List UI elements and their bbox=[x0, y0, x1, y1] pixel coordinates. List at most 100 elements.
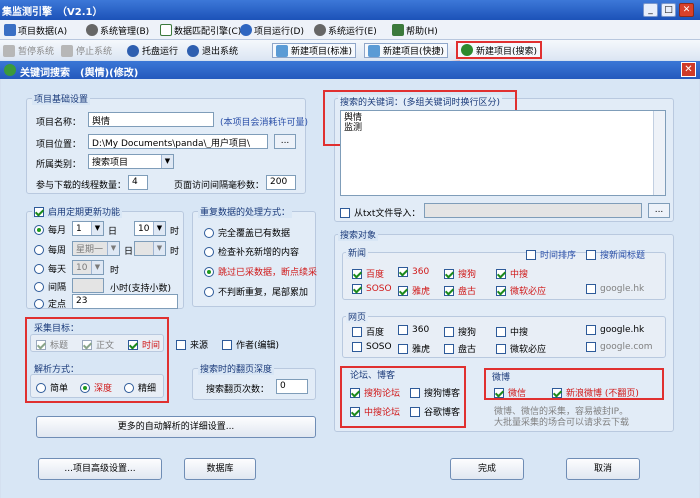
menu-data-match[interactable]: 数据匹配引擎(C) bbox=[160, 23, 241, 37]
news-pangu-checkbox[interactable] bbox=[444, 285, 454, 296]
weekly-radio[interactable] bbox=[34, 244, 44, 255]
fixed-radio[interactable] bbox=[34, 298, 44, 309]
dialog-title-bar: 关键词搜索 (舆情)(修改) bbox=[0, 61, 700, 79]
dup-no-check-radio[interactable] bbox=[204, 286, 214, 297]
import-txt-path-input[interactable] bbox=[424, 203, 642, 218]
dup-skip-radio[interactable] bbox=[204, 266, 214, 277]
interval-hours-input[interactable] bbox=[72, 278, 104, 293]
week-day-select[interactable]: 星期一 ▼ bbox=[72, 241, 120, 256]
web-sogou-checkbox[interactable] bbox=[444, 326, 454, 337]
web-bing-checkbox[interactable] bbox=[496, 343, 506, 354]
news-time-sort-checkbox[interactable] bbox=[526, 249, 536, 260]
weibo-wechat-checkbox[interactable] bbox=[494, 387, 504, 398]
database-button[interactable]: 数据库 bbox=[184, 458, 256, 480]
target-body-checkbox[interactable] bbox=[82, 339, 92, 350]
exit-system-button[interactable]: 退出系统 bbox=[184, 43, 241, 58]
web-yahoo-checkbox[interactable] bbox=[398, 343, 408, 354]
fixed-time-input[interactable]: 23 bbox=[72, 294, 178, 309]
news-yahoo-checkbox[interactable] bbox=[398, 285, 408, 296]
target-author-checkbox[interactable] bbox=[222, 339, 232, 350]
news-soso-checkbox[interactable] bbox=[352, 284, 362, 294]
tray-run-button[interactable]: 托盘运行 bbox=[124, 43, 181, 58]
more-parse-settings-button[interactable]: 更多的自动解析的详细设置... bbox=[36, 416, 316, 438]
finish-button[interactable]: 完成 bbox=[450, 458, 524, 480]
news-sogou-title-checkbox[interactable] bbox=[586, 249, 596, 260]
daily-unit-label: 时 bbox=[110, 266, 120, 276]
web-google-com-checkbox[interactable] bbox=[586, 342, 596, 352]
daily-hour-select[interactable]: 10 ▼ bbox=[72, 260, 104, 275]
minimize-button[interactable]: _ bbox=[643, 3, 658, 17]
dialog-close-button[interactable]: ✕ bbox=[681, 62, 696, 77]
maximize-button[interactable]: □ bbox=[661, 3, 676, 17]
web-zhongsou-row: 中搜 bbox=[496, 325, 528, 338]
dup-overwrite-radio[interactable] bbox=[204, 227, 214, 238]
target-time-checkbox[interactable] bbox=[128, 339, 138, 350]
week-hour-select[interactable]: ▼ bbox=[134, 241, 166, 256]
web-soso-checkbox[interactable] bbox=[352, 342, 362, 352]
news-baidu-checkbox[interactable] bbox=[352, 268, 362, 279]
weekly-row: 每周 bbox=[34, 243, 66, 256]
project-name-input[interactable]: 舆情 bbox=[88, 112, 214, 127]
blog-sogou-checkbox[interactable] bbox=[410, 387, 420, 398]
browse-position-button[interactable]: ... bbox=[274, 134, 296, 149]
web-zhongsou-checkbox[interactable] bbox=[496, 326, 506, 337]
keywords-scrollbar[interactable] bbox=[653, 111, 665, 195]
keywords-textarea[interactable]: 舆情 监测 bbox=[340, 110, 666, 196]
menu-project-run[interactable]: 项目运行(D) bbox=[240, 23, 304, 37]
forum-sogou-checkbox[interactable] bbox=[350, 387, 360, 398]
pause-system-button[interactable]: 暂停系统 bbox=[0, 43, 57, 58]
parse-simple-radio[interactable] bbox=[36, 382, 46, 393]
parse-fine-radio[interactable] bbox=[124, 382, 134, 393]
enable-schedule-checkbox[interactable] bbox=[34, 206, 44, 217]
dup-append-new-radio[interactable] bbox=[204, 246, 214, 257]
month-day-select[interactable]: 1 ▼ bbox=[72, 221, 104, 236]
page-depth-input[interactable]: 0 bbox=[276, 379, 308, 394]
web-360-checkbox[interactable] bbox=[398, 325, 408, 335]
import-txt-checkbox[interactable] bbox=[340, 207, 350, 218]
web-google-hk-checkbox[interactable] bbox=[586, 325, 596, 335]
month-hour-select[interactable]: 10 ▼ bbox=[134, 221, 166, 236]
weibo-wechat-row: 微信 bbox=[494, 386, 526, 399]
web-baidu-checkbox[interactable] bbox=[352, 326, 362, 337]
forum-zhongsou-checkbox[interactable] bbox=[350, 406, 360, 417]
target-source-checkbox[interactable] bbox=[176, 339, 186, 350]
news-yahoo-row: 雅虎 bbox=[398, 284, 430, 297]
interval-radio[interactable] bbox=[34, 281, 44, 292]
fixed-row: 定点 bbox=[34, 297, 66, 310]
menu-help[interactable]: 帮助(H) bbox=[392, 23, 438, 37]
web-pangu-checkbox[interactable] bbox=[444, 343, 454, 354]
category-select[interactable]: 搜索项目 ▼ bbox=[88, 154, 174, 169]
new-project-standard-button[interactable]: 新建项目(标准) bbox=[272, 43, 357, 58]
weibo-sina-checkbox[interactable] bbox=[552, 387, 562, 398]
new-project-quick-button[interactable]: 新建项目(快捷) bbox=[364, 43, 449, 58]
project-name-label: 项目名称： bbox=[36, 118, 82, 128]
target-title-checkbox[interactable] bbox=[36, 339, 46, 350]
interval-input[interactable]: 200 bbox=[266, 175, 296, 190]
import-txt-browse-button[interactable]: ... bbox=[648, 203, 670, 218]
threads-input[interactable]: 4 bbox=[128, 175, 148, 190]
menu-project-data[interactable]: 项目数据(A) bbox=[4, 23, 67, 37]
enable-schedule-checkbox-row[interactable]: 启用定期更新功能 bbox=[32, 205, 123, 218]
parse-deep-radio[interactable] bbox=[80, 382, 90, 393]
advanced-settings-button[interactable]: ...项目高级设置... bbox=[38, 458, 162, 480]
monthly-radio[interactable] bbox=[34, 224, 44, 235]
menu-system-run[interactable]: 系统运行(E) bbox=[314, 23, 377, 37]
dup-option-1: 完全覆盖已有数据 bbox=[204, 226, 290, 239]
news-bing-checkbox[interactable] bbox=[496, 285, 506, 296]
new-project-search-button[interactable]: 新建项目(搜索) bbox=[456, 41, 543, 59]
news-zhongsou-checkbox[interactable] bbox=[496, 268, 506, 279]
stop-system-button[interactable]: 停止系统 bbox=[58, 43, 115, 58]
blog-google-checkbox[interactable] bbox=[410, 406, 420, 417]
cancel-button[interactable]: 取消 bbox=[566, 458, 640, 480]
menu-system-manage[interactable]: 系统管理(B) bbox=[86, 23, 149, 37]
power-icon bbox=[187, 44, 199, 57]
news-360-checkbox[interactable] bbox=[398, 267, 408, 277]
news-sogou-checkbox[interactable] bbox=[444, 268, 454, 279]
news-google-hk-checkbox[interactable] bbox=[586, 284, 596, 294]
day-unit-label: 日 bbox=[108, 227, 118, 237]
help-icon bbox=[392, 24, 404, 36]
news-sogou-title-row: 搜新闻标题 bbox=[586, 248, 645, 261]
project-position-input[interactable]: D:\My Documents\panda\_用户项目\ bbox=[88, 134, 268, 149]
daily-radio[interactable] bbox=[34, 263, 44, 274]
close-window-button[interactable]: ✕ bbox=[679, 3, 694, 17]
